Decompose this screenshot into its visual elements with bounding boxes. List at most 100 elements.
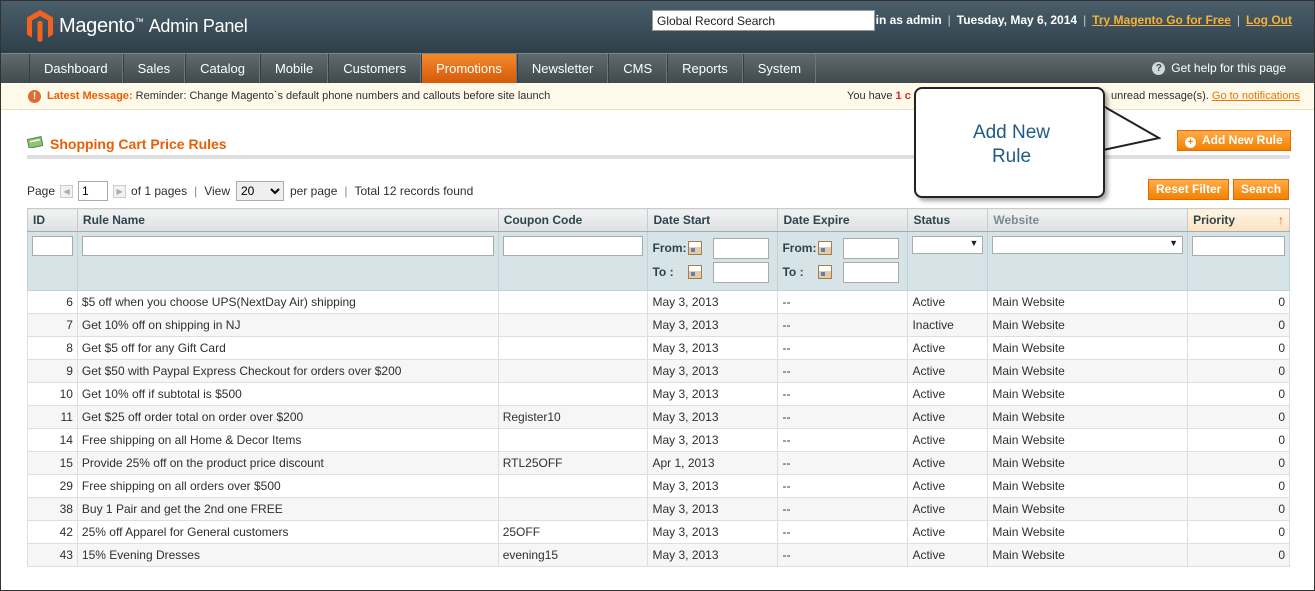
cell-status: Active bbox=[907, 474, 989, 498]
table-row[interactable]: 43 15% Evening Dresses evening15 May 3, 201… bbox=[27, 543, 1290, 567]
page-number-input[interactable] bbox=[78, 181, 109, 201]
cell-coupon bbox=[497, 474, 649, 498]
plus-icon: + bbox=[1185, 137, 1196, 148]
cell-status: Active bbox=[907, 428, 989, 452]
cell-expire: -- bbox=[777, 497, 909, 521]
table-row[interactable]: 11 Get $25 off order total on order over … bbox=[27, 405, 1290, 429]
date-start-from-label: From: bbox=[652, 241, 687, 255]
nav-item-catalog[interactable]: Catalog bbox=[185, 54, 260, 83]
cell-coupon bbox=[497, 359, 649, 383]
page-label: Page bbox=[27, 184, 56, 198]
help-icon: ? bbox=[1152, 61, 1166, 75]
cell-coupon bbox=[497, 382, 649, 406]
filter-id-input[interactable] bbox=[32, 236, 73, 256]
grid-body: 6 $5 off when you choose UPS(NextDay Air)… bbox=[27, 290, 1290, 567]
table-row[interactable]: 29 Free shipping on all orders over $500 M… bbox=[27, 474, 1290, 498]
cell-start: Apr 1, 2013 bbox=[647, 451, 779, 475]
column-header-priority[interactable]: Priority ↑ bbox=[1187, 208, 1290, 232]
calendar-icon[interactable] bbox=[818, 265, 833, 279]
sort-ascending-icon: ↑ bbox=[1278, 213, 1284, 227]
date-start-from-input[interactable] bbox=[713, 237, 770, 259]
calendar-icon[interactable] bbox=[818, 241, 833, 255]
add-new-rule-callout: Add New Rule bbox=[914, 87, 1105, 198]
nav-item-reports[interactable]: Reports bbox=[667, 54, 743, 83]
cell-expire: -- bbox=[777, 336, 909, 360]
table-row[interactable]: 38 Buy 1 Pair and get the 2nd one FREE May… bbox=[27, 497, 1290, 521]
cell-status: Active bbox=[907, 543, 989, 567]
cell-website: Main Website bbox=[987, 428, 1189, 452]
add-new-rule-button[interactable]: + Add New Rule bbox=[1177, 130, 1291, 151]
date-start-to-input[interactable] bbox=[713, 261, 770, 283]
page-title: Shopping Cart Price Rules bbox=[50, 136, 227, 152]
cell-start: May 3, 2013 bbox=[647, 336, 779, 360]
per-page-select[interactable]: 20 bbox=[236, 181, 284, 201]
cell-name: Buy 1 Pair and get the 2nd one FREE bbox=[76, 497, 499, 521]
calendar-icon[interactable] bbox=[688, 241, 703, 255]
cell-priority: 0 bbox=[1187, 336, 1290, 360]
cell-expire: -- bbox=[777, 543, 909, 567]
table-row[interactable]: 7 Get 10% off on shipping in NJ May 3, 201… bbox=[27, 313, 1290, 337]
filter-priority-input[interactable] bbox=[1192, 236, 1285, 256]
nav-item-newsletter[interactable]: Newsletter bbox=[516, 54, 609, 83]
cell-start: May 3, 2013 bbox=[647, 497, 779, 521]
previous-page-icon[interactable]: ◀ bbox=[60, 184, 74, 198]
separator: | bbox=[194, 184, 198, 198]
go-to-notifications-link[interactable]: Go to notifications bbox=[1212, 90, 1300, 102]
table-row[interactable]: 10 Get 10% off if subtotal is $500 May 3, … bbox=[27, 382, 1290, 406]
nav-item-promotions[interactable]: Promotions bbox=[421, 54, 517, 83]
date-expire-to-input[interactable] bbox=[843, 261, 900, 283]
column-header-id[interactable]: ID bbox=[27, 208, 78, 232]
separator: | bbox=[1236, 13, 1241, 27]
nav-item-customers[interactable]: Customers bbox=[328, 54, 422, 83]
cell-website: Main Website bbox=[987, 336, 1189, 360]
separator: | bbox=[1083, 13, 1087, 27]
table-row[interactable]: 15 Provide 25% off on the product price d… bbox=[27, 451, 1290, 475]
nav-item-cms[interactable]: CMS bbox=[608, 54, 668, 83]
search-button[interactable]: Search bbox=[1233, 179, 1290, 200]
cell-expire: -- bbox=[777, 451, 909, 475]
column-header-date-start[interactable]: Date Start bbox=[647, 208, 779, 232]
logout-link[interactable]: Log Out bbox=[1246, 13, 1292, 27]
cell-website: Main Website bbox=[987, 359, 1189, 383]
cell-website: Main Website bbox=[987, 497, 1189, 521]
filter-rule-name-input[interactable] bbox=[81, 236, 494, 256]
try-magento-go-link[interactable]: Try Magento Go for Free bbox=[1092, 13, 1231, 27]
total-records-text: Total 12 records found bbox=[354, 184, 474, 198]
grid-filter-row: From: To : From: To : ▼ ▼ bbox=[27, 231, 1290, 291]
table-row[interactable]: 9 Get $50 with Paypal Express Checkout fo… bbox=[27, 359, 1290, 383]
cell-coupon: evening15 bbox=[497, 543, 649, 567]
column-header-status[interactable]: Status bbox=[907, 208, 989, 232]
column-header-date-expire[interactable]: Date Expire bbox=[777, 208, 909, 232]
latest-message-text: Reminder: Change Magento`s default phone… bbox=[132, 90, 551, 102]
reset-filter-button[interactable]: Reset Filter bbox=[1148, 179, 1230, 200]
table-row[interactable]: 6 $5 off when you choose UPS(NextDay Air)… bbox=[27, 290, 1290, 314]
filter-status-select[interactable]: ▼ bbox=[912, 236, 984, 254]
magento-logo[interactable]: Magento™ Admin Panel bbox=[27, 10, 248, 42]
cell-id: 6 bbox=[27, 290, 78, 314]
column-header-coupon-code[interactable]: Coupon Code bbox=[497, 208, 649, 232]
nav-item-system[interactable]: System bbox=[742, 54, 817, 83]
main-nav: Dashboard Sales Catalog Mobile Customers Prom… bbox=[1, 53, 1314, 83]
latest-message: Latest Message: Reminder: Change Magento… bbox=[47, 90, 550, 102]
table-row[interactable]: 14 Free shipping on all Home & Decor Item… bbox=[27, 428, 1290, 452]
column-header-rule-name[interactable]: Rule Name bbox=[76, 208, 499, 232]
cell-priority: 0 bbox=[1187, 313, 1290, 337]
nav-item-mobile[interactable]: Mobile bbox=[259, 54, 329, 83]
table-row[interactable]: 42 25% off Apparel for General customers 2… bbox=[27, 520, 1290, 544]
cell-coupon bbox=[497, 336, 649, 360]
date-expire-from-input[interactable] bbox=[843, 237, 900, 259]
next-page-icon[interactable]: ▶ bbox=[113, 184, 127, 198]
calendar-icon[interactable] bbox=[688, 265, 703, 279]
table-row[interactable]: 8 Get $5 off for any Gift Card May 3, 2013… bbox=[27, 336, 1290, 360]
nav-items: Dashboard Sales Catalog Mobile Customers Prom… bbox=[29, 54, 817, 83]
filter-website-select[interactable]: ▼ bbox=[992, 236, 1184, 254]
pager: Page ◀ ▶ of 1 pages | View 20 per page |… bbox=[27, 181, 473, 201]
nav-item-dashboard[interactable]: Dashboard bbox=[29, 54, 123, 83]
cell-status: Active bbox=[907, 405, 989, 429]
nav-item-sales[interactable]: Sales bbox=[122, 54, 186, 83]
cell-coupon bbox=[497, 313, 649, 337]
cell-priority: 0 bbox=[1187, 451, 1290, 475]
cell-name: Get $25 off order total on order over $2… bbox=[76, 405, 499, 429]
filter-coupon-code-input[interactable] bbox=[502, 236, 644, 256]
help-link[interactable]: ? Get help for this page bbox=[1152, 61, 1286, 75]
